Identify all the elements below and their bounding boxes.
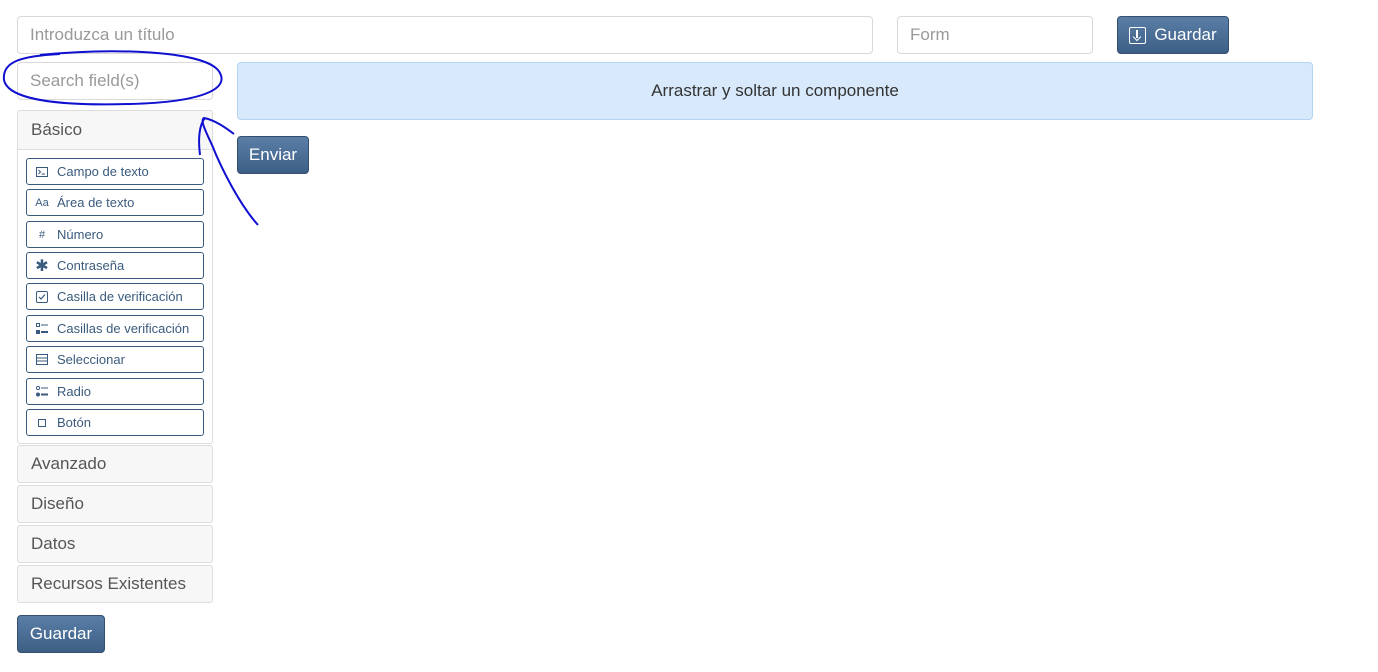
basic-components-panel: Básico Campo de texto Aa Área de texto #… <box>17 110 213 444</box>
component-label: Casillas de verificación <box>57 321 190 336</box>
component-label: Contraseña <box>57 258 125 273</box>
component-label: Área de texto <box>57 195 135 210</box>
component-label: Casilla de verificación <box>57 289 183 304</box>
group-advanced-header[interactable]: Avanzado <box>17 445 213 483</box>
component-dropzone[interactable]: Arrastrar y soltar un componente <box>237 62 1313 120</box>
component-radio[interactable]: Radio <box>26 378 204 405</box>
group-layout-header[interactable]: Diseño <box>17 485 213 523</box>
component-selectboxes[interactable]: Casillas de verificación <box>26 315 204 342</box>
component-label: Campo de texto <box>57 164 149 179</box>
component-textarea[interactable]: Aa Área de texto <box>26 189 204 216</box>
component-label: Radio <box>57 384 91 399</box>
font-icon: Aa <box>35 196 49 209</box>
title-input[interactable]: Introduzca un título <box>17 16 873 54</box>
group-data-label: Datos <box>31 534 76 553</box>
list-icon <box>27 323 57 334</box>
component-textfield[interactable]: Campo de texto <box>26 158 204 185</box>
dropzone-text: Arrastrar y soltar un componente <box>651 81 899 100</box>
group-basic-header[interactable]: Básico <box>17 110 213 150</box>
component-password[interactable]: ✱ Contraseña <box>26 252 204 279</box>
search-placeholder: Search field(s) <box>30 71 140 90</box>
search-fields-input[interactable]: Search field(s) <box>17 62 213 100</box>
bottom-save-label: Guardar <box>29 624 93 643</box>
terminal-icon <box>27 166 57 177</box>
component-button[interactable]: Botón <box>26 409 204 436</box>
radio-list-icon <box>27 386 57 397</box>
bottom-save-button[interactable]: Guardar <box>17 615 105 653</box>
check-square-icon <box>27 290 57 303</box>
form-type-value: Form <box>910 25 950 44</box>
title-placeholder: Introduzca un título <box>30 25 175 44</box>
submit-button-label: Enviar <box>248 145 298 164</box>
component-label: Número <box>57 227 104 242</box>
select-list-icon <box>27 354 57 365</box>
hashtag-icon: # <box>38 228 46 241</box>
asterisk-icon: ✱ <box>35 257 49 275</box>
submit-button[interactable]: Enviar <box>237 136 309 174</box>
form-type-field[interactable]: Form <box>897 16 1093 54</box>
group-layout-label: Diseño <box>31 494 84 513</box>
component-label: Seleccionar <box>57 352 125 367</box>
group-existing-resources-header[interactable]: Recursos Existentes <box>17 565 213 603</box>
group-basic-label: Básico <box>31 120 83 139</box>
save-button-label: Guardar <box>1154 25 1217 44</box>
group-existing-resources-label: Recursos Existentes <box>31 574 186 593</box>
component-number[interactable]: # Número <box>26 221 204 248</box>
group-advanced-label: Avanzado <box>31 454 107 473</box>
component-checkbox[interactable]: Casilla de verificación <box>26 283 204 310</box>
component-label: Botón <box>57 415 91 430</box>
component-select[interactable]: Seleccionar <box>26 346 204 373</box>
download-icon <box>1129 26 1147 44</box>
group-data-header[interactable]: Datos <box>17 525 213 563</box>
save-button[interactable]: Guardar <box>1117 16 1229 54</box>
stop-icon <box>27 418 57 427</box>
